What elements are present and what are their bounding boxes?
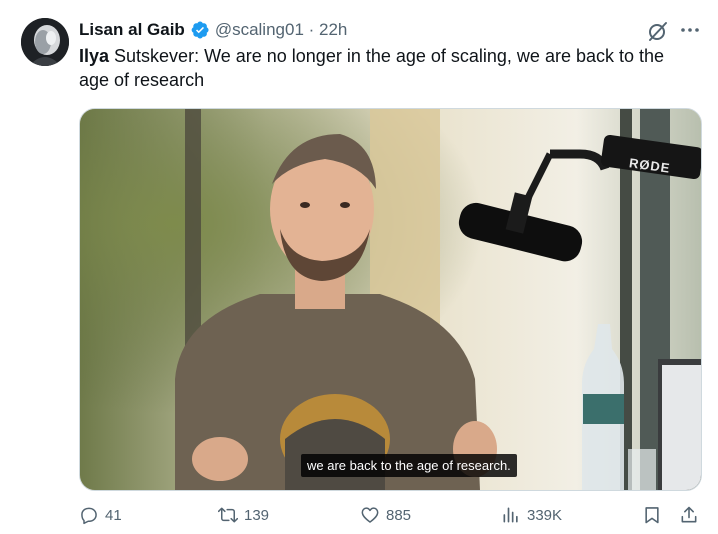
share-button[interactable] (679, 497, 701, 533)
tweet-video[interactable]: RØDE we are back to the age of research. (79, 108, 702, 491)
tweet[interactable]: Lisan al Gaib @scaling01 · 22h Ilya Suts… (0, 0, 718, 534)
reply-count: 41 (105, 506, 122, 524)
verified-badge-icon (190, 20, 210, 40)
bookmark-button[interactable] (642, 497, 664, 533)
like-count: 885 (386, 506, 412, 524)
tweet-text-bold: Ilya (79, 46, 110, 66)
author-handle-time[interactable]: @scaling01 · 22h (215, 20, 348, 40)
more-icon[interactable] (679, 18, 701, 42)
like-button[interactable]: 885 (360, 497, 411, 533)
video-frame (80, 109, 701, 490)
action-bar: 41 139 885 339K (0, 497, 718, 533)
reply-icon (81, 507, 97, 525)
author-name[interactable]: Lisan al Gaib (79, 20, 185, 40)
repost-count: 139 (244, 506, 270, 524)
reply-button[interactable]: 41 (79, 497, 122, 533)
tweet-text: Ilya Sutskever: We are no longer in the … (79, 44, 689, 92)
tweet-text-rest: Sutskever: We are no longer in the age o… (79, 46, 665, 90)
tweet-header: Lisan al Gaib @scaling01 · 22h (79, 18, 347, 42)
bookmark-icon (645, 507, 659, 524)
views-count: 339K (527, 506, 563, 524)
like-icon (361, 507, 379, 523)
views-button[interactable]: 339K (501, 497, 562, 533)
views-icon (503, 507, 518, 523)
share-icon (681, 506, 697, 523)
video-caption: we are back to the age of research. (301, 454, 517, 477)
avatar[interactable] (21, 18, 69, 66)
repost-icon (218, 507, 238, 523)
repost-button[interactable]: 139 (218, 497, 269, 533)
grok-icon[interactable] (646, 19, 670, 43)
